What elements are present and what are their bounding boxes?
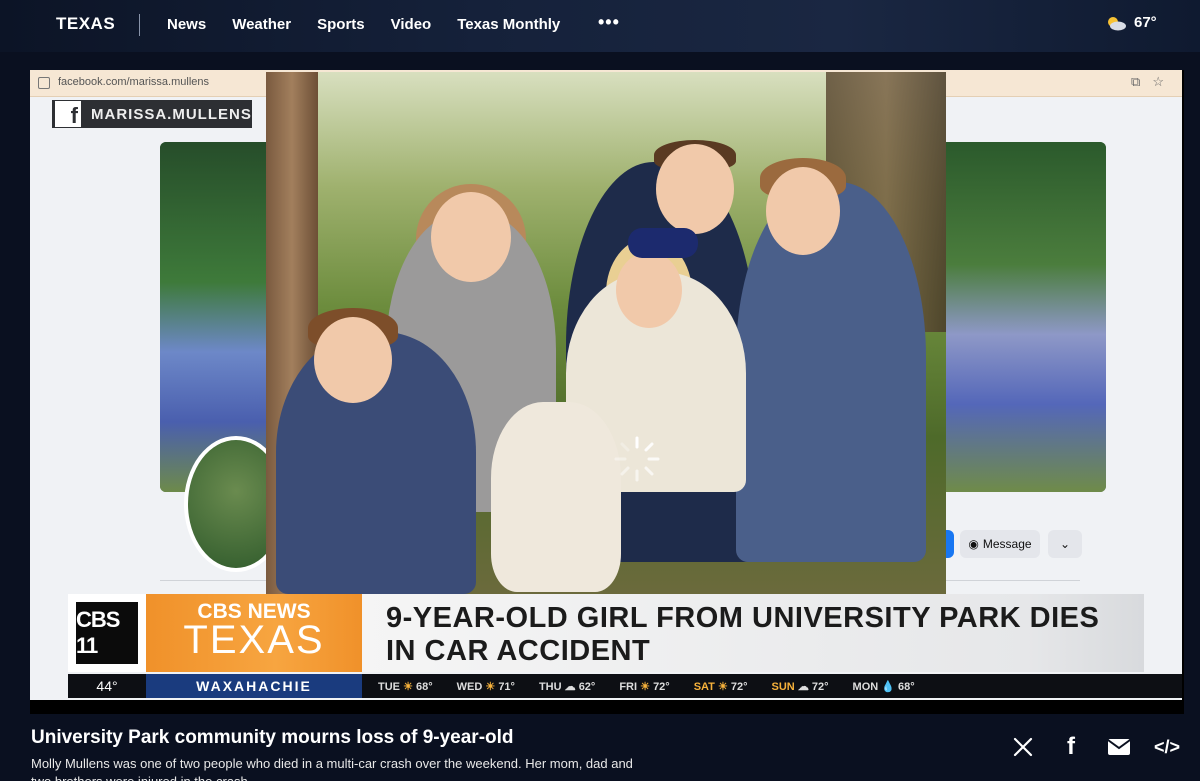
nav-item-weather[interactable]: Weather [232, 16, 291, 33]
lower-third: CBS 11 CBS NEWS TEXAS 9-YEAR-OLD GIRL FR… [68, 594, 1144, 672]
top-nav: TEXAS News Weather Sports Video Texas Mo… [0, 0, 1200, 52]
facebook-icon: f [55, 101, 81, 127]
network-region: TEXAS [183, 618, 325, 662]
chevron-down-icon: ⌄ [1048, 530, 1082, 558]
forecast-day: FRI ☀ 72° [619, 680, 669, 698]
weather-ticker: 44° WAXAHACHIE TUE ☀ 68° WED ☀ 71° THU ☁… [68, 674, 1182, 698]
family-photo [266, 72, 946, 594]
forecast-temp: 72° [653, 681, 670, 693]
nav-divider [139, 14, 140, 36]
sun-icon: ☀ [485, 681, 496, 693]
station-logo-mark: CBS 11 [76, 602, 138, 664]
star-icon: ☆ [1152, 74, 1164, 89]
face [314, 317, 392, 403]
video-summary: Molly Mullens was one of two people who … [31, 756, 633, 781]
brand-logo[interactable]: TEXAS [56, 14, 115, 34]
forecast-day: MON 💧 68° [853, 680, 915, 698]
forecast-day-name: SAT [693, 681, 715, 693]
facebook-source-tag: f MARISSA.MULLENS [52, 100, 252, 128]
headline-banner: 9-YEAR-OLD GIRL FROM UNIVERSITY PARK DIE… [362, 594, 1144, 672]
x-icon[interactable] [1010, 734, 1036, 760]
forecast-temp: 72° [811, 681, 829, 693]
share-bar: f </> [1010, 733, 1180, 760]
embed-icon[interactable]: </> [1154, 734, 1180, 760]
facebook-source-name: MARISSA.MULLENS [91, 105, 252, 123]
forecast-day-name: THU [538, 681, 562, 693]
messenger-button: ◉ Message [960, 530, 1040, 558]
video-title[interactable]: University Park community mourns loss of… [31, 727, 514, 749]
forecast-day-name: MON [852, 681, 879, 693]
sun-icon: ☀ [403, 681, 413, 693]
headline-text: 9-YEAR-OLD GIRL FROM UNIVERSITY PARK DIE… [386, 602, 1100, 667]
forecast-temp: 62° [578, 681, 596, 693]
facebook-icon[interactable]: f [1058, 733, 1084, 760]
sun-icon: ☀ [717, 681, 728, 693]
dog [491, 402, 621, 592]
ticker-temp: 44° [68, 674, 146, 698]
browser-url: facebook.com/marissa.mullens [58, 76, 210, 88]
hair-bow [628, 228, 698, 258]
nav-item-sports[interactable]: Sports [317, 16, 365, 33]
screen-icon: ⧉ [1131, 74, 1141, 89]
email-icon[interactable] [1106, 734, 1132, 760]
face [616, 252, 682, 328]
forecast-temp: 68° [416, 681, 433, 693]
video-player[interactable]: facebook.com/marissa.mullens ⧉ ☆ ◉ Messa… [30, 70, 1184, 714]
forecast-temp: 68° [898, 681, 915, 693]
nav-item-video[interactable]: Video [391, 16, 432, 33]
ticker-forecast: TUE ☀ 68° WED ☀ 71° THU ☁ 62° FRI ☀ 72° … [378, 680, 915, 698]
forecast-day-name: WED [456, 681, 483, 693]
nav-item-news[interactable]: News [167, 16, 206, 33]
face [656, 144, 734, 234]
forecast-temp: 71° [498, 681, 515, 693]
face [431, 192, 511, 282]
forecast-day-name: SUN [771, 681, 795, 693]
forecast-day: TUE ☀ 68° [378, 680, 433, 698]
messenger-label: Message [982, 537, 1032, 551]
nav-menu: News Weather Sports Video Texas Monthly [167, 16, 560, 33]
loading-spinner-icon [614, 436, 660, 482]
site-info-icon [38, 77, 50, 89]
ticker-city: WAXAHACHIE [146, 674, 362, 698]
partly-cloudy-icon [1108, 16, 1126, 30]
forecast-day: THU ☁ 62° [539, 680, 595, 698]
browser-icons: ⧉ ☆ [1131, 74, 1164, 90]
network-banner: CBS NEWS TEXAS [146, 594, 362, 672]
messenger-icon: ◉ [968, 537, 979, 551]
forecast-day: SUN ☁ 72° [772, 680, 829, 698]
forecast-day: SAT ☀ 72° [694, 680, 748, 698]
sun-icon: ☀ [640, 681, 650, 693]
more-menu-icon[interactable]: ••• [598, 12, 620, 33]
cover-right-flowers [946, 142, 1106, 492]
station-logo: CBS 11 [68, 594, 146, 672]
nav-item-texas-monthly[interactable]: Texas Monthly [457, 16, 560, 33]
forecast-temp: 72° [730, 681, 748, 693]
weather-widget[interactable]: 67° [1104, 14, 1157, 31]
face [766, 167, 840, 255]
rain-icon: 💧 [881, 681, 895, 693]
weather-temp: 67° [1134, 14, 1157, 31]
cloud-icon: ☁ [797, 681, 809, 693]
cloud-icon: ☁ [564, 681, 576, 693]
forecast-day-name: FRI [619, 681, 638, 693]
forecast-day: WED ☀ 71° [457, 680, 515, 698]
forecast-day-name: TUE [378, 681, 400, 693]
